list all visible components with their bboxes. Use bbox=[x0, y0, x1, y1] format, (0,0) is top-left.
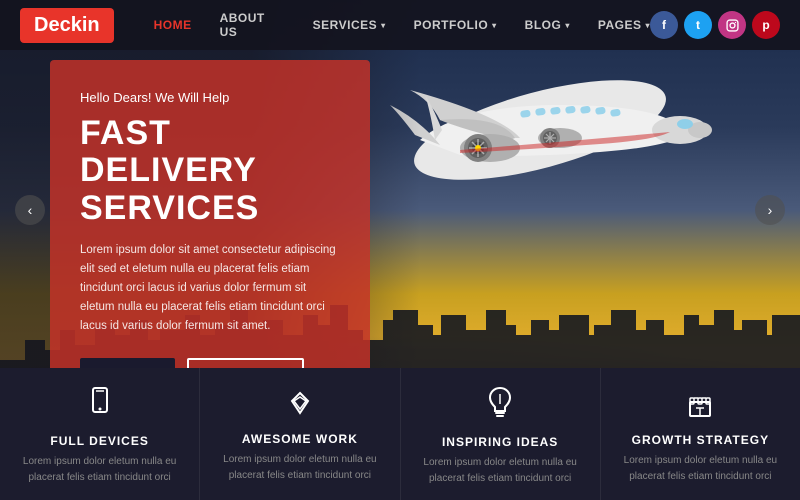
feature-awesome-work-desc: Lorem ipsum dolor eletum nulla eu placer… bbox=[220, 452, 379, 483]
pinterest-icon[interactable]: p bbox=[752, 11, 780, 39]
feature-inspiring-ideas-desc: Lorem ipsum dolor eletum nulla eu placer… bbox=[421, 455, 580, 486]
inspiring-ideas-icon bbox=[486, 386, 514, 427]
feature-full-devices-desc: Lorem ipsum dolor eletum nulla eu placer… bbox=[20, 454, 179, 485]
portfolio-dropdown-arrow: ▾ bbox=[492, 21, 497, 30]
services-dropdown-arrow: ▾ bbox=[381, 21, 386, 30]
nav-links: HOME ABOUT US SERVICES ▾ PORTFOLIO ▾ BLO… bbox=[154, 11, 650, 39]
hero-subtitle: Hello Dears! We Will Help bbox=[80, 90, 340, 105]
nav-home[interactable]: HOME bbox=[154, 18, 192, 32]
feature-full-devices-title: FULL DEVICES bbox=[50, 434, 148, 448]
feature-inspiring-ideas: INSPIRING IDEAS Lorem ipsum dolor eletum… bbox=[401, 368, 601, 500]
carousel-prev-button[interactable]: ‹ bbox=[15, 195, 45, 225]
feature-growth-strategy-title: GROWTH STRATEGY bbox=[632, 433, 769, 447]
twitter-icon[interactable]: t bbox=[684, 11, 712, 39]
nav-portfolio[interactable]: PORTFOLIO ▾ bbox=[414, 18, 497, 32]
growth-strategy-icon bbox=[684, 388, 716, 425]
carousel-next-button[interactable]: › bbox=[755, 195, 785, 225]
feature-inspiring-ideas-title: INSPIRING IDEAS bbox=[442, 435, 558, 449]
feature-growth-strategy: GROWTH STRATEGY Lorem ipsum dolor eletum… bbox=[601, 368, 800, 500]
full-devices-icon bbox=[86, 387, 114, 426]
feature-awesome-work: AWESOME WORK Lorem ipsum dolor eletum nu… bbox=[200, 368, 400, 500]
nav-pages[interactable]: PAGES ▾ bbox=[598, 18, 650, 32]
hero-description: Lorem ipsum dolor sit amet consectetur a… bbox=[80, 241, 340, 336]
nav-blog[interactable]: BLOG ▾ bbox=[525, 18, 570, 32]
hero-title: FAST DELIVERY SERVICES bbox=[80, 115, 340, 227]
navbar: Deckin HOME ABOUT US SERVICES ▾ PORTFOLI… bbox=[0, 0, 800, 50]
nav-about[interactable]: ABOUT US bbox=[220, 11, 285, 39]
feature-full-devices: FULL DEVICES Lorem ipsum dolor eletum nu… bbox=[0, 368, 200, 500]
blog-dropdown-arrow: ▾ bbox=[565, 21, 570, 30]
nav-services[interactable]: SERVICES ▾ bbox=[313, 18, 386, 32]
hero-section: Hello Dears! We Will Help FAST DELIVERY … bbox=[0, 0, 800, 420]
feature-awesome-work-title: AWESOME WORK bbox=[242, 432, 358, 446]
facebook-icon[interactable]: f bbox=[650, 11, 678, 39]
features-section: FULL DEVICES Lorem ipsum dolor eletum nu… bbox=[0, 368, 800, 500]
feature-growth-strategy-desc: Lorem ipsum dolor eletum nulla eu placer… bbox=[621, 453, 780, 484]
brand-logo[interactable]: Deckin bbox=[20, 8, 114, 43]
instagram-icon[interactable] bbox=[718, 11, 746, 39]
awesome-work-icon bbox=[284, 389, 316, 424]
hero-content-card: Hello Dears! We Will Help FAST DELIVERY … bbox=[50, 60, 370, 420]
social-icons: f t p bbox=[650, 11, 780, 39]
